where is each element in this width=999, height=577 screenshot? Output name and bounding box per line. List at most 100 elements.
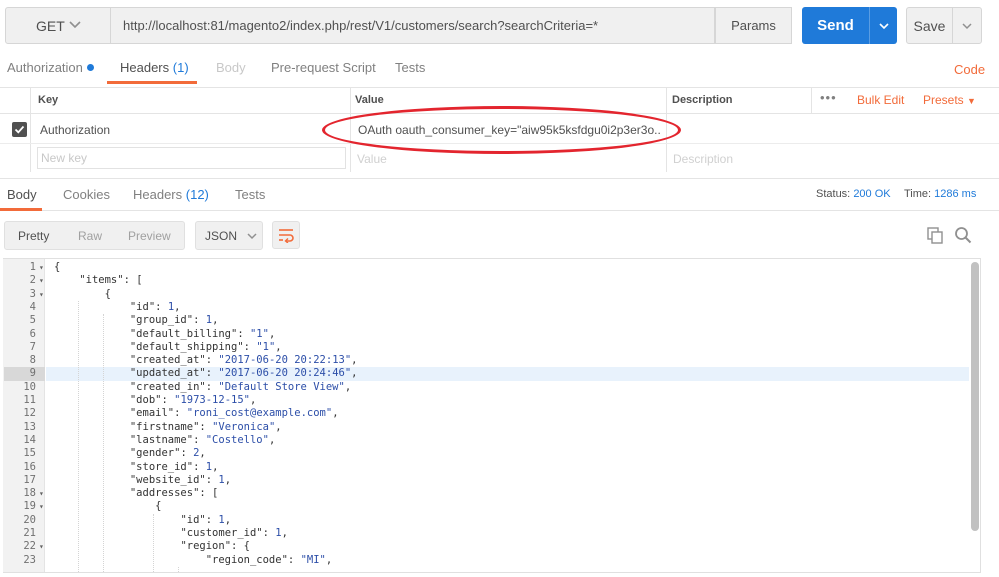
tab-body-label: Body [216, 60, 246, 75]
save-dropdown-button[interactable] [952, 7, 982, 44]
tab-headers[interactable]: Headers (1) [120, 60, 189, 75]
indent-guide [78, 300, 79, 572]
line-number: 1 [29, 261, 36, 273]
line-number: 3 [29, 287, 36, 300]
line-number: 13 [23, 420, 36, 433]
code-text: "id": 1, [129, 300, 181, 313]
code-text: "customer_id": 1, [180, 527, 288, 539]
header-key-cell[interactable]: Authorization [40, 123, 110, 137]
response-tab-body[interactable]: Body [7, 187, 37, 202]
tab-tests[interactable]: Tests [395, 60, 425, 75]
params-button[interactable]: Params [715, 7, 792, 44]
status-readout: Status: 200 OK [816, 188, 891, 200]
new-key-placeholder: New key [41, 151, 88, 165]
send-dropdown-button[interactable] [869, 7, 897, 44]
code-text: { [54, 261, 61, 273]
caret-down-icon: ▼ [967, 96, 976, 106]
line-number: 4 [29, 300, 36, 313]
tab-authorization[interactable]: Authorization [7, 60, 94, 75]
check-icon [14, 125, 25, 134]
response-tab-tests[interactable]: Tests [235, 187, 265, 202]
header-enabled-checkbox[interactable] [12, 122, 27, 137]
format-pretty-button[interactable]: Pretty [18, 229, 49, 243]
method-select[interactable]: GET [5, 7, 111, 44]
new-key-input[interactable]: New key [37, 147, 346, 169]
active-tab-indicator [107, 81, 197, 84]
line-number: 20 [23, 513, 36, 526]
status-value: 200 OK [853, 188, 891, 200]
params-label: Params [731, 18, 776, 33]
format-raw-button[interactable]: Raw [78, 229, 102, 243]
line-number: 7 [29, 340, 36, 353]
code-text: "default_shipping": "1", [129, 340, 282, 353]
response-tab-cookies[interactable]: Cookies [63, 187, 110, 202]
save-button[interactable]: Save [906, 7, 953, 44]
tab-headers-label: Headers [120, 60, 170, 75]
line-number: 12 [23, 407, 36, 420]
search-icon[interactable] [954, 226, 972, 244]
line-number: 14 [23, 433, 36, 446]
line-number: 8 [29, 354, 36, 367]
code-text: { [54, 500, 162, 513]
code-link[interactable]: Code [954, 62, 985, 77]
code-text: "id": 1, [180, 513, 232, 526]
fold-toggle-icon[interactable]: ▾ [39, 274, 44, 287]
line-number: 2 [29, 274, 36, 287]
wrap-lines-button[interactable] [272, 221, 300, 249]
line-number: 21 [23, 527, 36, 539]
more-options-icon[interactable]: ••• [820, 90, 837, 105]
line-number: 5 [29, 314, 36, 327]
bulk-edit-link[interactable]: Bulk Edit [857, 93, 904, 107]
code-text: { [54, 287, 111, 300]
line-number: 18 [23, 487, 36, 500]
response-tab-headers[interactable]: Headers (12) [133, 187, 209, 202]
indent-guide [153, 513, 154, 572]
code-text: "dob": "1973-12-15", [129, 394, 257, 406]
language-select[interactable]: JSON [195, 221, 263, 250]
indent-guide [103, 314, 104, 572]
chevron-down-icon [962, 22, 972, 29]
line-number: 9 [29, 367, 36, 380]
fold-toggle-icon[interactable]: ▾ [39, 540, 44, 553]
active-response-tab-indicator [0, 208, 42, 211]
url-input[interactable]: http://localhost:81/magento2/index.php/r… [111, 7, 715, 44]
code-text: "email": "roni_cost@example.com", [129, 407, 339, 420]
wrap-lines-icon [279, 229, 294, 243]
fold-toggle-icon[interactable]: ▾ [39, 487, 44, 500]
line-number: 10 [23, 380, 36, 393]
indent-guide [178, 566, 179, 572]
line-number: 22 [23, 540, 36, 553]
column-divider [811, 88, 812, 114]
line-number: 16 [23, 460, 36, 473]
line-number: 11 [23, 394, 36, 406]
fold-toggle-icon[interactable]: ▾ [39, 288, 44, 301]
tab-prerequest-script[interactable]: Pre-request Script [271, 60, 376, 75]
time-readout: Time: 1286 ms [904, 188, 976, 200]
new-description-input[interactable]: Description [673, 152, 733, 166]
presets-dropdown[interactable]: Presets ▼ [923, 93, 976, 107]
tab-body[interactable]: Body [216, 60, 246, 75]
column-header-description: Description [672, 94, 733, 106]
line-number: 6 [29, 327, 36, 340]
bulk-edit-label: Bulk Edit [857, 93, 905, 107]
code-text: "website_id": 1, [129, 473, 232, 486]
code-text: "updated_at": "2017-06-20 20:24:46", [129, 367, 358, 380]
tab-headers-count: (1) [172, 60, 189, 75]
response-tab-headers-count: (12) [185, 187, 209, 202]
code-text: "region_code": "MI", [205, 553, 333, 566]
code-text: "created_at": "2017-06-20 20:22:13", [129, 354, 358, 367]
copy-icon[interactable] [926, 226, 944, 244]
fold-toggle-icon[interactable]: ▾ [39, 261, 44, 274]
code-text: "items": [ [79, 274, 143, 287]
fold-toggle-icon[interactable]: ▾ [39, 500, 44, 513]
vertical-scrollbar[interactable] [971, 262, 979, 531]
format-preview-button[interactable]: Preview [128, 229, 171, 243]
save-label: Save [913, 17, 946, 34]
send-label: Send [817, 17, 854, 34]
time-label: Time: [904, 188, 932, 200]
chevron-down-icon [69, 21, 81, 29]
line-number: 23 [23, 553, 36, 566]
new-value-input[interactable]: Value [357, 152, 387, 166]
response-tab-headers-label: Headers [133, 187, 183, 202]
send-button[interactable]: Send [802, 7, 869, 44]
